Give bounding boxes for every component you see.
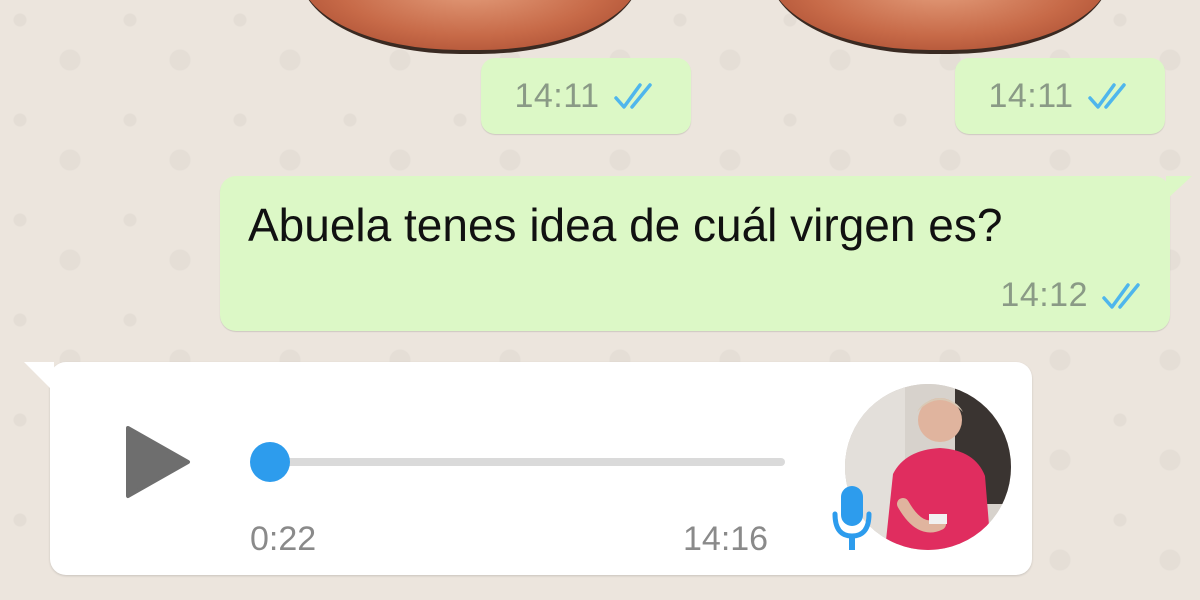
play-icon[interactable] xyxy=(122,424,192,500)
incoming-voice-message-bubble: 0:22 14:16 xyxy=(24,362,1032,575)
message-time: 14:11 xyxy=(988,76,1074,115)
outgoing-message-bubble[interactable]: Abuela tenes idea de cuál virgen es? 14:… xyxy=(220,176,1192,331)
microphone-icon xyxy=(832,486,872,550)
bubble-tail xyxy=(24,362,54,392)
message-meta: 14:12 xyxy=(1000,276,1146,315)
audio-seek-handle[interactable] xyxy=(250,442,290,482)
message-time: 14:11 xyxy=(514,76,600,115)
message-time: 14:12 xyxy=(1000,276,1088,314)
sticker-time-bubble-right: 14:11 xyxy=(955,58,1165,134)
double-check-icon xyxy=(1102,282,1140,309)
bubble-tail xyxy=(1166,176,1192,200)
message-text: Abuela tenes idea de cuál virgen es? xyxy=(248,199,1003,251)
double-check-icon xyxy=(613,83,652,109)
message-time: 14:16 xyxy=(683,520,769,558)
sticker-time-bubble-left: 14:11 xyxy=(481,58,691,134)
double-check-icon xyxy=(1087,83,1126,109)
audio-duration: 0:22 xyxy=(250,520,317,558)
audio-progress-track[interactable] xyxy=(250,442,785,482)
